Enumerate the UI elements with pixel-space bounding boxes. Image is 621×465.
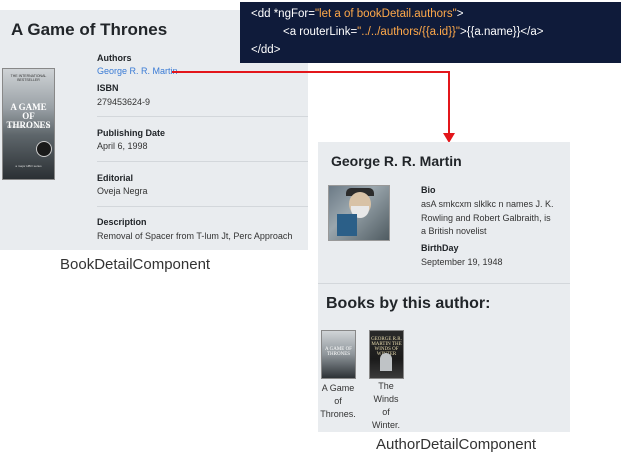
- author-link[interactable]: George R. R. Martin: [97, 66, 178, 76]
- code-token: >: [456, 8, 464, 20]
- book-caption-line: A Game: [321, 383, 355, 393]
- photo-book: [337, 214, 357, 236]
- editorial-value: Oveja Negra: [97, 186, 148, 196]
- author-name: George R. R. Martin: [331, 153, 462, 169]
- book-thumbnail[interactable]: GEORGE R.R. MARTIN THE WINDS OF WINTER: [369, 330, 404, 379]
- arrow-line-vertical: [448, 71, 450, 136]
- code-token: <dd *ngFor=: [251, 8, 315, 20]
- code-token: <a routerLink=: [283, 26, 358, 38]
- bio-line-1: asA smkcxm slklkc n names J. K.: [421, 199, 554, 209]
- book-cover-badge: [36, 141, 52, 157]
- books-heading: Books by this author:: [326, 295, 491, 312]
- book-detail-caption: BookDetailComponent: [60, 256, 211, 273]
- bio-line-3: a British novelist: [421, 226, 487, 236]
- book-caption-line: The: [378, 381, 394, 391]
- isbn-label: ISBN: [97, 83, 119, 93]
- description-value: Removal of Spacer from T-lum Jt, Perc Ap…: [97, 231, 293, 241]
- arrow-line-horizontal: [172, 71, 449, 73]
- divider: [97, 116, 308, 117]
- author-detail-panel: George R. R. Martin Bio asA smkcxm slklk…: [318, 142, 570, 432]
- birthday-label: BirthDay: [421, 243, 459, 253]
- book-cover-author-text: GEORGE R.R. MARTIN: [6, 124, 51, 129]
- description-label: Description: [97, 217, 147, 227]
- code-token-string: "let a of bookDetail.authors": [314, 8, 457, 20]
- book-caption-line: Thrones.: [320, 409, 356, 419]
- editorial-label: Editorial: [97, 173, 134, 183]
- code-token: >{{a.name}}</a>: [459, 26, 544, 38]
- code-token-string: "../../authors/{{a.id}}": [357, 26, 460, 38]
- code-line-2: <a routerLink="../../authors/{{a.id}}">{…: [283, 26, 543, 38]
- publishing-date-value: April 6, 1998: [97, 141, 148, 151]
- divider: [97, 161, 308, 162]
- book-cover-image: THE INTERNATIONAL BESTSELLER A GAME OF T…: [2, 68, 55, 180]
- book-title: A Game of Thrones: [11, 20, 168, 39]
- authors-label: Authors: [97, 53, 132, 63]
- book-cover-top-text: THE INTERNATIONAL BESTSELLER: [10, 74, 47, 82]
- code-snippet: <dd *ngFor="let a of bookDetail.authors"…: [240, 2, 621, 63]
- code-line-3: </dd>: [251, 44, 281, 56]
- bio-line-2: Rowling and Robert Galbraith, is: [421, 213, 551, 223]
- book-cover-footer-text: a major HBO series: [15, 164, 42, 168]
- author-detail-caption: AuthorDetailComponent: [376, 436, 537, 453]
- birthday-value: September 19, 1948: [421, 257, 503, 267]
- divider: [318, 283, 570, 284]
- book-caption[interactable]: A Game of Thrones.: [318, 382, 358, 421]
- isbn-value: 279453624-9: [97, 97, 151, 107]
- author-photo: [328, 185, 390, 241]
- book-caption-line: Winds: [373, 394, 399, 404]
- book-caption-line: Winter.: [371, 420, 400, 430]
- book-thumbnail[interactable]: A GAME OF THRONES: [321, 330, 356, 379]
- divider: [97, 206, 308, 207]
- book-caption[interactable]: The Winds of Winter.: [366, 380, 406, 432]
- book-caption-line: of: [382, 407, 390, 417]
- tree-icon: [380, 353, 392, 371]
- code-line-1: <dd *ngFor="let a of bookDetail.authors"…: [251, 8, 463, 20]
- book-thumbnail-text: A GAME OF THRONES: [325, 347, 352, 357]
- bio-label: Bio: [421, 185, 436, 195]
- book-caption-line: of: [334, 396, 342, 406]
- publishing-date-label: Publishing Date: [97, 128, 166, 138]
